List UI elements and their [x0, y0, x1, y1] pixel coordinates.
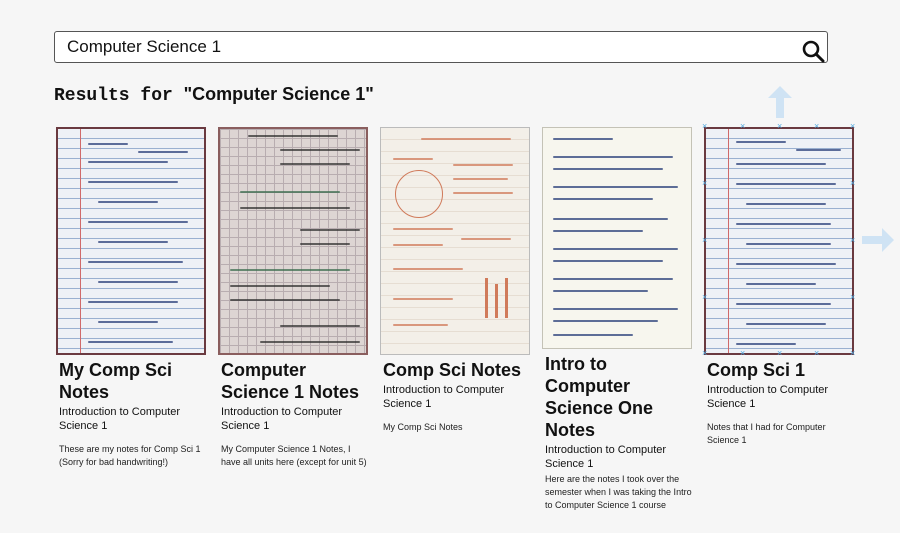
- note-thumbnail[interactable]: [380, 127, 530, 355]
- note-thumbnail[interactable]: [218, 127, 368, 355]
- results-query: "Computer Science 1": [183, 84, 374, 104]
- card-title[interactable]: Intro to Computer Science One Notes: [545, 353, 692, 441]
- card-description: Notes that I had for Computer Science 1: [707, 422, 826, 445]
- card-title[interactable]: My Comp Sci Notes: [59, 359, 206, 403]
- note-thumbnail[interactable]: [704, 127, 854, 355]
- card-subtitle: Introduction to Computer Science 1: [221, 406, 343, 432]
- card-description: My Comp Sci Notes: [383, 422, 463, 432]
- search-input[interactable]: [67, 36, 787, 58]
- search-bar[interactable]: [54, 31, 828, 63]
- card-description: My Computer Science 1 Notes, I have all …: [221, 444, 367, 467]
- arrow-right-icon[interactable]: [862, 228, 894, 252]
- card-subtitle: Introduction to Computer Science 1: [383, 384, 505, 410]
- search-icon[interactable]: [801, 39, 825, 63]
- card-title[interactable]: Comp Sci 1: [707, 359, 854, 381]
- results-heading: Results for "Computer Science 1": [54, 84, 374, 106]
- result-card[interactable]: Intro to Computer Science One Notes Intr…: [542, 127, 692, 512]
- card-description: These are my notes for Comp Sci 1 (Sorry…: [59, 444, 201, 467]
- card-subtitle: Introduction to Computer Science 1: [545, 444, 667, 470]
- card-subtitle: Introduction to Computer Science 1: [59, 406, 181, 432]
- result-card[interactable]: Computer Science 1 Notes Introduction to…: [218, 127, 368, 469]
- result-card[interactable]: Comp Sci 1 Introduction to Computer Scie…: [704, 127, 854, 447]
- card-title[interactable]: Comp Sci Notes: [383, 359, 530, 381]
- result-card[interactable]: Comp Sci Notes Introduction to Computer …: [380, 127, 530, 434]
- note-thumbnail[interactable]: [56, 127, 206, 355]
- note-thumbnail[interactable]: [542, 127, 692, 349]
- results-prefix: Results for: [54, 86, 184, 106]
- card-subtitle: Introduction to Computer Science 1: [707, 384, 829, 410]
- card-title[interactable]: Computer Science 1 Notes: [221, 359, 368, 403]
- card-description: Here are the notes I took over the semes…: [545, 474, 692, 510]
- arrow-up-icon[interactable]: [768, 86, 792, 118]
- result-card[interactable]: My Comp Sci Notes Introduction to Comput…: [56, 127, 206, 469]
